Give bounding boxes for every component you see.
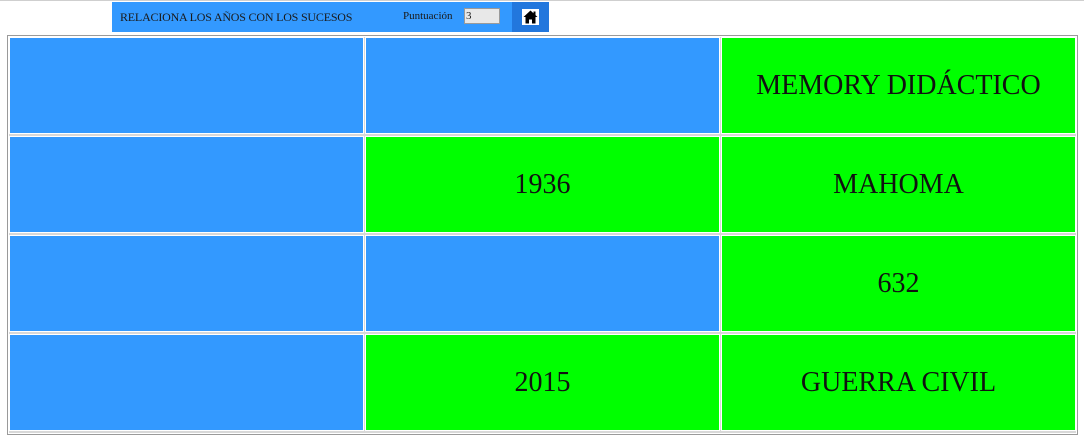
memory-card[interactable]: [9, 235, 364, 332]
memory-card[interactable]: 2015: [365, 334, 720, 431]
memory-card[interactable]: MEMORY DIDÁCTICO: [721, 37, 1076, 134]
memory-card[interactable]: [9, 136, 364, 233]
memory-card[interactable]: 632: [721, 235, 1076, 332]
card-grid: MEMORY DIDÁCTICO 1936 MAHOMA 632 2015 GU…: [9, 37, 1076, 433]
memory-card[interactable]: [9, 334, 364, 431]
memory-card[interactable]: [365, 37, 720, 134]
memory-game-page: RELACIONA LOS AÑOS CON LOS SUCESOS Puntu…: [0, 0, 1084, 441]
score-field[interactable]: [464, 8, 500, 24]
card-text: GUERRA CIVIL: [800, 366, 997, 398]
game-toolbar: RELACIONA LOS AÑOS CON LOS SUCESOS Puntu…: [112, 2, 549, 32]
memory-card[interactable]: [365, 235, 720, 332]
card-text: 632: [877, 267, 920, 299]
memory-card[interactable]: MAHOMA: [721, 136, 1076, 233]
score-label: Puntuación: [403, 10, 453, 22]
card-text: 2015: [514, 366, 571, 398]
top-divider: [0, 0, 1084, 1]
memory-card[interactable]: 1936: [365, 136, 720, 233]
card-text: 1936: [514, 168, 571, 200]
memory-card[interactable]: GUERRA CIVIL: [721, 334, 1076, 431]
card-text: MAHOMA: [833, 168, 964, 200]
memory-card[interactable]: [9, 37, 364, 134]
home-icon: [522, 9, 539, 25]
memory-board: MEMORY DIDÁCTICO 1936 MAHOMA 632 2015 GU…: [7, 35, 1078, 435]
card-text: MEMORY DIDÁCTICO: [756, 69, 1041, 101]
home-button[interactable]: [512, 2, 549, 32]
game-instructions: RELACIONA LOS AÑOS CON LOS SUCESOS: [120, 10, 353, 24]
